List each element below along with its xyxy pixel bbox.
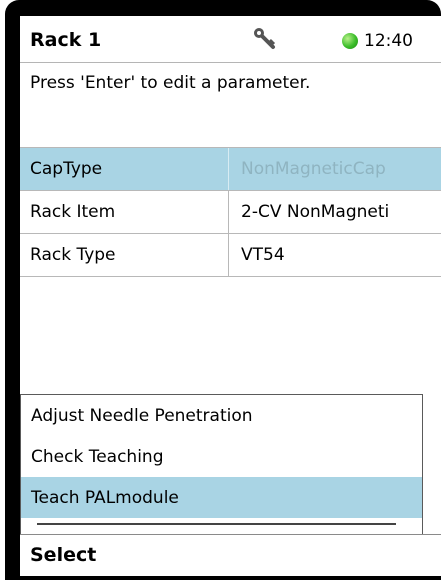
select-softkey[interactable]: Select [30,544,96,566]
table-row[interactable]: Rack Item 2-CV NonMagneti [20,191,441,234]
screen: Rack 1 12:40 Press 'Enter' to edit a par… [20,16,441,576]
menu-item-label: Teach PALmodule [31,488,179,508]
page-title: Rack 1 [30,29,102,51]
menu-item-label: Adjust Needle Penetration [31,406,253,426]
clock: 12:40 [364,31,413,51]
menu-item-teach-palmodule[interactable]: Teach PALmodule [21,477,422,518]
column-divider [228,148,229,190]
softkey-bar: Select [20,534,441,576]
title-bar: Rack 1 12:40 [20,16,441,63]
instruction-text: Press 'Enter' to edit a parameter. [30,73,311,93]
param-value: NonMagneticCap [241,159,386,179]
parameter-table: CapType NonMagneticCap Rack Item 2-CV No… [20,147,441,277]
param-name: Rack Item [30,202,116,222]
key-icon [254,28,276,49]
context-menu: Adjust Needle Penetration Check Teaching… [20,394,423,535]
device-frame: Rack 1 12:40 Press 'Enter' to edit a par… [5,0,441,580]
menu-item-label: Check Teaching [31,447,164,467]
param-name: CapType [30,159,103,179]
table-row[interactable]: CapType NonMagneticCap [20,148,441,191]
menu-item-check-teaching[interactable]: Check Teaching [21,436,422,477]
menu-scrollbar[interactable] [37,523,396,525]
column-divider [228,234,229,276]
param-name: Rack Type [30,245,116,265]
menu-item-adjust-needle-penetration[interactable]: Adjust Needle Penetration [21,395,422,436]
param-value: VT54 [241,245,285,265]
param-value: 2-CV NonMagneti [241,202,390,222]
column-divider [228,191,229,233]
table-row[interactable]: Rack Type VT54 [20,234,441,277]
status-indicator-icon [342,33,358,49]
